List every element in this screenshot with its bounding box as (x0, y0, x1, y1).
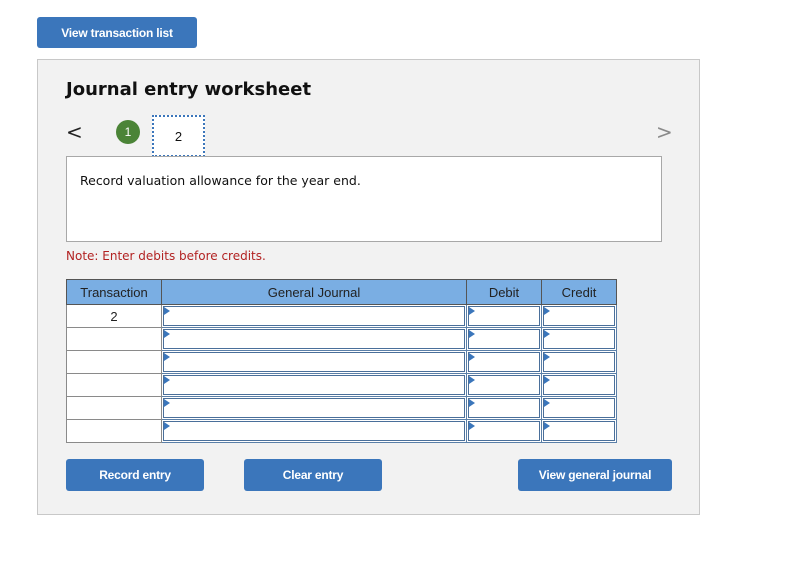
credit-cell (541, 396, 617, 420)
debit-input[interactable] (468, 375, 540, 395)
debit-cell (466, 419, 542, 443)
step-1-badge[interactable]: 1 (116, 120, 140, 144)
debit-input[interactable] (468, 306, 540, 326)
chevron-right-icon[interactable]: > (656, 120, 673, 144)
account-cell (161, 304, 467, 328)
clear-entry-button[interactable]: Clear entry (244, 459, 382, 491)
journal-entry-worksheet-panel: Journal entry worksheet < 1 2 > Record v… (37, 59, 700, 515)
transaction-cell (66, 327, 162, 351)
table-row (66, 419, 617, 443)
view-general-journal-button[interactable]: View general journal (518, 459, 672, 491)
account-cell (161, 396, 467, 420)
account-input[interactable] (163, 329, 465, 349)
transaction-cell (66, 373, 162, 397)
credit-input[interactable] (543, 352, 615, 372)
header-credit: Credit (541, 279, 617, 305)
header-general-journal: General Journal (161, 279, 467, 305)
account-input[interactable] (163, 352, 465, 372)
header-transaction: Transaction (66, 279, 162, 305)
account-cell (161, 373, 467, 397)
transaction-cell: 2 (66, 304, 162, 328)
transaction-cell (66, 396, 162, 420)
credit-input[interactable] (543, 398, 615, 418)
debit-input[interactable] (468, 421, 540, 441)
credit-cell (541, 304, 617, 328)
step-2-tab[interactable]: 2 (152, 115, 205, 157)
chevron-left-icon[interactable]: < (66, 120, 83, 144)
account-cell (161, 327, 467, 351)
account-cell (161, 350, 467, 374)
record-entry-button[interactable]: Record entry (66, 459, 204, 491)
account-cell (161, 419, 467, 443)
credit-cell (541, 373, 617, 397)
credit-input[interactable] (543, 375, 615, 395)
transaction-cell (66, 350, 162, 374)
debit-cell (466, 304, 542, 328)
table-header-row: Transaction General Journal Debit Credit (66, 279, 617, 305)
worksheet-title: Journal entry worksheet (66, 79, 312, 100)
credit-cell (541, 327, 617, 351)
journal-entry-table: Transaction General Journal Debit Credit… (66, 279, 617, 443)
transaction-cell (66, 419, 162, 443)
account-input[interactable] (163, 375, 465, 395)
header-debit: Debit (466, 279, 542, 305)
debit-input[interactable] (468, 352, 540, 372)
credit-cell (541, 350, 617, 374)
debit-cell (466, 373, 542, 397)
transaction-description: Record valuation allowance for the year … (80, 173, 361, 188)
view-transaction-list-button[interactable]: View transaction list (37, 17, 197, 48)
credit-cell (541, 419, 617, 443)
debit-input[interactable] (468, 329, 540, 349)
account-input[interactable] (163, 421, 465, 441)
table-row (66, 373, 617, 397)
account-input[interactable] (163, 398, 465, 418)
debit-cell (466, 396, 542, 420)
account-input[interactable] (163, 306, 465, 326)
credit-input[interactable] (543, 306, 615, 326)
table-row (66, 350, 617, 374)
table-row (66, 396, 617, 420)
credit-input[interactable] (543, 329, 615, 349)
table-row: 2 (66, 304, 617, 328)
instruction-note: Note: Enter debits before credits. (66, 249, 266, 263)
debit-cell (466, 327, 542, 351)
transaction-description-box: Record valuation allowance for the year … (66, 156, 662, 242)
debit-input[interactable] (468, 398, 540, 418)
debit-cell (466, 350, 542, 374)
credit-input[interactable] (543, 421, 615, 441)
table-row (66, 327, 617, 351)
